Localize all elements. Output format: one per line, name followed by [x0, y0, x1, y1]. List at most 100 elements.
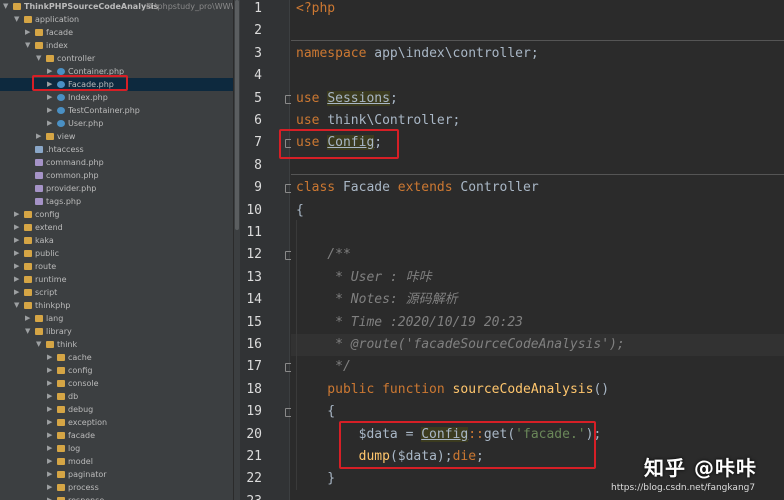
line-number: 2	[254, 23, 262, 38]
tree-item[interactable]: ▶ cache	[0, 351, 233, 364]
tree-item[interactable]: ▶ config	[0, 208, 233, 221]
code-line[interactable]: * @route('facadeSourceCodeAnalysis');	[291, 334, 784, 356]
tree-item[interactable]: ▶ exception	[0, 416, 233, 429]
folder-icon	[46, 55, 54, 62]
tree-item[interactable]: ▼ think	[0, 338, 233, 351]
tree-item[interactable]: ▼ thinkphp	[0, 299, 233, 312]
code-line[interactable]: * User : 咔咔	[291, 267, 784, 289]
chevron-right-icon[interactable]: ▶	[47, 351, 52, 364]
tree-item[interactable]: ▶ config	[0, 364, 233, 377]
chevron-right-icon[interactable]: ▶	[14, 234, 19, 247]
tree-item[interactable]: ▼ controller	[0, 52, 233, 65]
tree-item[interactable]: ▼ index	[0, 39, 233, 52]
code-line[interactable]: <?php	[291, 0, 784, 20]
tree-item[interactable]: ▶ Index.php	[0, 91, 233, 104]
chevron-right-icon[interactable]: ▶	[47, 429, 52, 442]
tree-item[interactable]: ▶ model	[0, 455, 233, 468]
chevron-right-icon[interactable]: ▶	[47, 494, 52, 500]
tree-item[interactable]: tags.php	[0, 195, 233, 208]
tree-item-label: view	[57, 132, 76, 141]
php-file-icon	[35, 172, 43, 179]
chevron-right-icon[interactable]: ▶	[47, 104, 52, 117]
tree-item[interactable]: ▶ User.php	[0, 117, 233, 130]
code-line[interactable]: * Time :2020/10/19 20:23	[291, 312, 784, 334]
chevron-right-icon[interactable]: ▶	[14, 247, 19, 260]
chevron-right-icon[interactable]: ▶	[47, 390, 52, 403]
tree-item[interactable]: ▶ log	[0, 442, 233, 455]
tree-item[interactable]: ▶ response	[0, 494, 233, 500]
tree-item[interactable]: command.php	[0, 156, 233, 169]
chevron-right-icon[interactable]: ▶	[47, 455, 52, 468]
chevron-right-icon[interactable]: ▶	[14, 260, 19, 273]
tree-item[interactable]: ▶ TestContainer.php	[0, 104, 233, 117]
tree-item[interactable]: ▶ runtime	[0, 273, 233, 286]
annotation-box-config-get	[339, 421, 596, 469]
tree-item-label: controller	[57, 54, 96, 63]
chevron-down-icon[interactable]: ▼	[14, 13, 19, 26]
code-line[interactable]: class Facade extends Controller	[291, 177, 784, 199]
code-line[interactable]: use Sessions;	[291, 88, 784, 110]
chevron-right-icon[interactable]: ▶	[47, 468, 52, 481]
tree-item[interactable]: provider.php	[0, 182, 233, 195]
tree-item[interactable]: ▶ public	[0, 247, 233, 260]
chevron-right-icon[interactable]: ▶	[47, 416, 52, 429]
chevron-right-icon[interactable]: ▶	[25, 26, 30, 39]
line-number: 18	[246, 382, 262, 397]
tree-item[interactable]: ▶ debug	[0, 403, 233, 416]
chevron-right-icon[interactable]: ▶	[14, 273, 19, 286]
chevron-right-icon[interactable]: ▶	[47, 91, 52, 104]
tree-item[interactable]: ▶ facade	[0, 26, 233, 39]
chevron-right-icon[interactable]: ▶	[47, 377, 52, 390]
chevron-right-icon[interactable]: ▶	[36, 130, 41, 143]
code-line[interactable]: */	[291, 356, 784, 378]
tree-item[interactable]: common.php	[0, 169, 233, 182]
chevron-right-icon[interactable]: ▶	[47, 481, 52, 494]
chevron-down-icon[interactable]: ▼	[25, 325, 30, 338]
chevron-right-icon[interactable]: ▶	[14, 286, 19, 299]
tree-item[interactable]: ▶ paginator	[0, 468, 233, 481]
code-line[interactable]: namespace app\index\controller;	[291, 43, 784, 65]
code-line[interactable]: /**	[291, 244, 784, 266]
tree-scrollbar-thumb[interactable]	[235, 0, 239, 230]
tree-item[interactable]: ▶ extend	[0, 221, 233, 234]
code-line[interactable]: * Notes: 源码解析	[291, 289, 784, 311]
folder-icon	[57, 458, 65, 465]
folder-icon	[57, 354, 65, 361]
tree-item[interactable]: ▶ db	[0, 390, 233, 403]
tree-item[interactable]: ▶ console	[0, 377, 233, 390]
chevron-right-icon[interactable]: ▶	[14, 221, 19, 234]
chevron-down-icon[interactable]: ▼	[3, 0, 8, 13]
chevron-right-icon[interactable]: ▶	[14, 208, 19, 221]
annotation-box-facade-file	[32, 75, 128, 91]
tree-item-label: config	[68, 366, 93, 375]
tree-root[interactable]: ▼ ThinkPHPSourceCodeAnalysis D:\phpstudy…	[0, 0, 233, 13]
chevron-right-icon[interactable]: ▶	[47, 364, 52, 377]
chevron-down-icon[interactable]: ▼	[36, 338, 41, 351]
code-line[interactable]: {	[291, 200, 784, 222]
code-line[interactable]	[291, 222, 784, 244]
tree-item[interactable]: ▶ route	[0, 260, 233, 273]
tree-item[interactable]: ▶ facade	[0, 429, 233, 442]
line-number: 9	[254, 180, 262, 195]
code-line[interactable]: public function sourceCodeAnalysis()	[291, 379, 784, 401]
chevron-down-icon[interactable]: ▼	[25, 39, 30, 52]
folder-icon	[24, 16, 32, 23]
chevron-right-icon[interactable]: ▶	[47, 403, 52, 416]
tree-item[interactable]: ▶ kaka	[0, 234, 233, 247]
tree-item[interactable]: ▶ script	[0, 286, 233, 299]
tree-item[interactable]: ▶ process	[0, 481, 233, 494]
tree-item-label: model	[68, 457, 93, 466]
chevron-down-icon[interactable]: ▼	[36, 52, 41, 65]
code-line[interactable]	[291, 65, 784, 87]
tree-item[interactable]: ▼ library	[0, 325, 233, 338]
code-line[interactable]: {	[291, 401, 784, 423]
tree-item[interactable]: ▶ lang	[0, 312, 233, 325]
tree-item[interactable]: .htaccess	[0, 143, 233, 156]
code-line[interactable]	[291, 20, 784, 42]
chevron-right-icon[interactable]: ▶	[47, 117, 52, 130]
chevron-down-icon[interactable]: ▼	[14, 299, 19, 312]
chevron-right-icon[interactable]: ▶	[25, 312, 30, 325]
tree-item[interactable]: ▼ application	[0, 13, 233, 26]
tree-item[interactable]: ▶ view	[0, 130, 233, 143]
chevron-right-icon[interactable]: ▶	[47, 442, 52, 455]
